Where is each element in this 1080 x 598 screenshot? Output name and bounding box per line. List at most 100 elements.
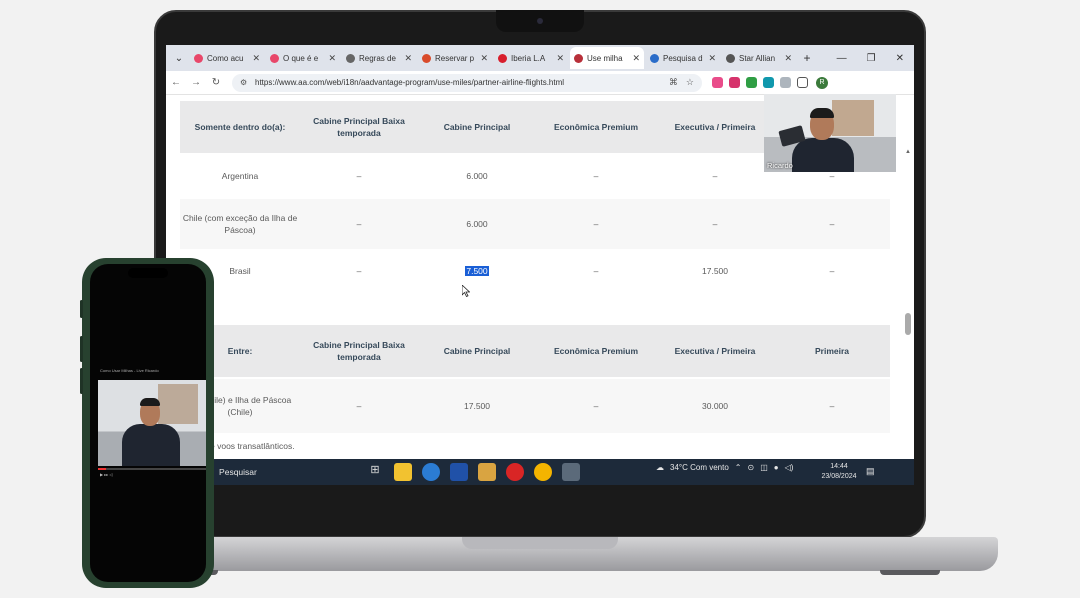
table2-header-cell: Primeira (814, 346, 850, 356)
extension-icon[interactable] (763, 77, 774, 88)
taskbar-apps: ⊞ (366, 463, 580, 481)
app-icon[interactable] (450, 463, 468, 481)
laptop-screen: ⌄ Como acu ✕ O que é e ✕ Regras de ✕ Reserv… (166, 45, 914, 485)
reload-icon[interactable]: ↻ (206, 77, 226, 88)
close-icon[interactable]: ✕ (328, 53, 336, 64)
microphone-icon[interactable]: ● (774, 463, 779, 472)
table-cell: – (356, 171, 362, 181)
browser-tab[interactable]: Reservar p ✕ (418, 47, 492, 69)
restore-icon[interactable]: ❐ (867, 53, 876, 64)
video-shelf (158, 384, 198, 424)
extension-icon[interactable] (780, 77, 791, 88)
phone-volume-down (80, 368, 83, 394)
extension-icon[interactable] (746, 77, 757, 88)
url-text[interactable]: https://www.aa.com/web/i18n/aadvantage-p… (255, 78, 661, 87)
scrollbar-thumb[interactable] (905, 313, 911, 335)
close-icon[interactable]: ✕ (708, 53, 716, 64)
browser-nav-bar: ← → ↻ ⚙ https://www.aa.com/web/i18n/aadv… (166, 71, 914, 95)
browser-tab-active[interactable]: Use milha ✕ (570, 47, 644, 69)
table-cell: – (829, 219, 835, 229)
tab-favicon-icon (422, 53, 431, 63)
chrome-icon[interactable] (534, 463, 552, 481)
close-icon[interactable]: ✕ (556, 53, 564, 64)
phone-video-title: Como Usar Milhas - Live Ricardo (100, 368, 159, 373)
calculator-icon[interactable] (562, 463, 580, 481)
browser-tab[interactable]: O que é e ✕ (266, 47, 340, 69)
extension-icon[interactable] (712, 77, 723, 88)
video-progress-bar[interactable] (98, 468, 206, 470)
file-explorer-icon[interactable] (478, 463, 496, 481)
task-view-icon[interactable]: ⊞ (366, 463, 384, 481)
table-cell: – (356, 401, 362, 411)
video-controls[interactable]: ▶ ▸▸ ◁ (100, 472, 112, 477)
tab-search-chevron-icon[interactable]: ⌄ (170, 49, 188, 67)
edge-icon[interactable] (422, 463, 440, 481)
table-cell: Chile (com exceção da Ilha de Páscoa) (182, 213, 298, 235)
table-cell: – (712, 171, 718, 181)
tab-title: Regras de (359, 53, 396, 63)
table2-header: Entre: Cabine Principal Baixa temporada … (180, 325, 890, 377)
partial-text: e voos transatlânticos. (210, 441, 295, 451)
tray-icon[interactable]: ⊙ (747, 463, 754, 472)
opera-icon[interactable] (506, 463, 524, 481)
back-icon[interactable]: ← (166, 77, 186, 88)
tab-title: Star Allian (739, 53, 776, 63)
table-cell: – (593, 266, 599, 276)
table-cell: – (712, 219, 718, 229)
table1-header-cell: Cabine Principal Baixa temporada (313, 116, 405, 138)
tab-title: Como acu (207, 53, 244, 63)
partial-text-row: e voos transatlânticos. (180, 439, 890, 453)
table1-header-cell: Somente dentro do(a): (194, 122, 286, 132)
volume-icon[interactable]: ◁) (785, 463, 794, 472)
close-icon[interactable]: ✕ (252, 53, 260, 64)
scene: ⌄ Como acu ✕ O que é e ✕ Regras de ✕ Reserv… (0, 0, 1080, 598)
table-cell: – (829, 266, 835, 276)
table-cell-selected[interactable]: 7.500 (418, 265, 536, 277)
translate-icon[interactable]: ⌘ (669, 77, 678, 88)
tab-favicon-icon (650, 53, 659, 63)
selected-text[interactable]: 7.500 (465, 266, 489, 276)
sticky-notes-icon[interactable] (394, 463, 412, 481)
tab-title: Use milha (587, 53, 623, 63)
address-bar[interactable]: ⚙ https://www.aa.com/web/i18n/aadvantage… (232, 73, 702, 92)
close-icon[interactable]: ✕ (784, 53, 792, 64)
browser-tab[interactable]: Pesquisa d ✕ (646, 47, 720, 69)
new-tab-button[interactable]: + (798, 51, 816, 65)
table2-header-cell: Executiva / Primeira (674, 346, 756, 356)
tray-chevron-icon[interactable]: ⌃ (735, 463, 742, 472)
weather-text[interactable]: 34°C Com vento (670, 463, 729, 472)
phone-video[interactable] (98, 380, 206, 466)
site-info-icon[interactable]: ⚙ (240, 78, 249, 87)
extension-icon[interactable] (729, 77, 740, 88)
table2-header-cell: Econômica Premium (553, 346, 639, 356)
browser-tab[interactable]: Iberia L.A ✕ (494, 47, 568, 69)
table-cell: 17.500 (702, 266, 728, 276)
taskbar-search[interactable]: ⌕ Pesquisar (208, 462, 370, 482)
bookmark-star-icon[interactable]: ☆ (686, 77, 694, 88)
profile-avatar[interactable]: R (816, 76, 828, 89)
browser-tab[interactable]: Star Allian ✕ (722, 47, 796, 69)
close-icon[interactable]: ✕ (480, 53, 488, 64)
extensions-puzzle-icon[interactable] (797, 77, 808, 88)
close-icon[interactable]: ✕ (404, 53, 412, 64)
network-icon[interactable]: ◫ (760, 463, 768, 472)
browser-tab[interactable]: Como acu ✕ (190, 47, 264, 69)
table-cell: – (593, 171, 599, 181)
scroll-up-icon[interactable]: ▲ (905, 149, 911, 155)
close-window-icon[interactable]: ✕ (896, 53, 904, 64)
browser-tab[interactable]: Regras de ✕ (342, 47, 416, 69)
table1-header-cell: Cabine Principal (443, 122, 511, 132)
taskbar-clock[interactable]: 14:44 23/08/2024 (814, 462, 864, 482)
scrollbar[interactable]: ▲ ▼ (905, 149, 911, 459)
notification-icon[interactable]: ▤ (866, 466, 875, 477)
minimize-icon[interactable]: — (837, 53, 847, 64)
taskbar-search-label: Pesquisar (219, 467, 257, 477)
system-tray: ☁ 34°C Com vento ⌃ ⊙ ◫ ● ◁) (656, 463, 793, 472)
close-icon[interactable]: ✕ (632, 53, 640, 64)
table-cell: 6.000 (466, 219, 488, 229)
forward-icon[interactable]: → (186, 77, 206, 88)
table-cell: – (829, 401, 835, 411)
tab-favicon-icon (726, 53, 735, 63)
tab-title: Pesquisa d (663, 53, 703, 63)
windows-taskbar: ⌕ Pesquisar ⊞ ☁ 34°C Com vento ⌃ ⊙ ◫ ● (166, 459, 914, 485)
